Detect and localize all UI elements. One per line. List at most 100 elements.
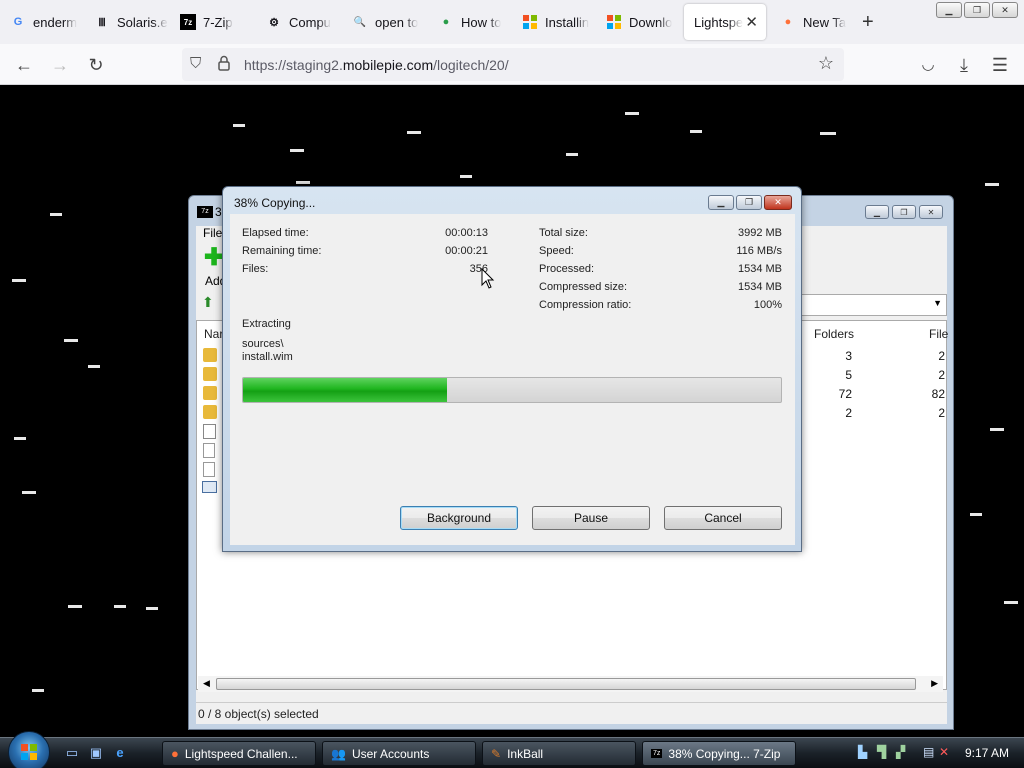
progress-bar	[242, 377, 782, 403]
minimize-button[interactable]: ▁	[865, 205, 889, 219]
maximize-button[interactable]: ❐	[964, 2, 990, 18]
forward-icon[interactable]: →	[48, 53, 72, 77]
start-button[interactable]	[8, 731, 50, 768]
scrollbar-thumb[interactable]	[216, 678, 916, 690]
taskbar: ▭ ▣ e ● Lightspeed Challen... 👥 User Acc…	[0, 731, 1024, 768]
shield-icon[interactable]: ⛉	[190, 55, 201, 72]
volume-muted-icon[interactable]: ✕	[939, 745, 949, 759]
row-0-folders: 3	[845, 349, 852, 363]
search-icon: 🔍	[353, 16, 367, 28]
close-dialog-button[interactable]: ✕	[764, 195, 792, 210]
lock-icon[interactable]	[218, 55, 230, 76]
chevron-down-icon[interactable]: ▼	[933, 298, 942, 308]
tab-label: enderm	[33, 14, 78, 30]
star-streak	[12, 279, 26, 282]
task-label: User Accounts	[351, 746, 430, 761]
horizontal-scrollbar[interactable]: ◀ ▶	[198, 676, 943, 692]
menu-file[interactable]: File	[203, 226, 222, 240]
column-header-files[interactable]: File	[929, 327, 948, 341]
current-path-line2: install.wim	[242, 351, 293, 363]
internet-explorer-icon[interactable]: e	[112, 745, 128, 761]
maximize-button[interactable]: ❐	[736, 195, 762, 210]
taskbar-item-user-accounts[interactable]: 👥 User Accounts	[322, 741, 476, 766]
pause-button[interactable]: Pause	[532, 506, 650, 530]
app-file-icon	[202, 481, 217, 493]
tab-label: Installin	[545, 14, 590, 30]
background-button[interactable]: Background	[400, 506, 518, 530]
star-streak	[566, 153, 578, 156]
taskbar-item-inkball[interactable]: ✎ InkBall	[482, 741, 636, 766]
dialog-window-controls: ▁ ❐ ✕	[708, 195, 792, 210]
monitor-icon[interactable]: ▤	[923, 745, 934, 759]
row-1-folders: 5	[845, 368, 852, 382]
tray-app-icon[interactable]: ▞	[896, 745, 905, 759]
add-icon[interactable]: ✚	[204, 246, 224, 270]
window-title: 3	[215, 205, 222, 219]
progress-bar-fill	[243, 378, 448, 402]
star-streak	[64, 339, 78, 342]
taskbar-item-7zip[interactable]: 7z 38% Copying... 7-Zip	[642, 741, 796, 766]
total-size-label: Total size:	[539, 227, 588, 239]
tab-label: New Ta	[803, 14, 847, 30]
back-icon[interactable]: ←	[12, 53, 36, 77]
network-icon[interactable]: ▙	[858, 745, 867, 759]
scroll-left-icon[interactable]: ◀	[203, 678, 210, 689]
tab-7[interactable]: Downlo	[596, 4, 680, 40]
folder-icon	[203, 405, 217, 419]
column-header-folders[interactable]: Folders	[814, 327, 854, 341]
tray-app-icon[interactable]: ▜	[877, 745, 886, 759]
system-tray: ▙ ▜ ▞ ▤ ✕ 9:17 AM	[853, 738, 1024, 768]
reload-icon[interactable]: ↻	[84, 53, 108, 77]
copy-progress-dialog[interactable]: 38% Copying... ▁ ❐ ✕ Elapsed time: 00:00…	[222, 186, 802, 552]
taskbar-item-firefox[interactable]: ● Lightspeed Challen...	[162, 741, 316, 766]
download-icon[interactable]: ⤓	[952, 53, 976, 77]
folder-up-icon[interactable]: ⬆	[202, 294, 214, 311]
switch-windows-icon[interactable]: ▣	[88, 745, 104, 761]
tab-8-active[interactable]: Lightspe ✕	[684, 4, 766, 40]
path-combo[interactable]: ▼	[799, 294, 947, 316]
tab-label: Solaris.e	[117, 14, 168, 30]
minimize-button[interactable]: ▁	[708, 195, 734, 210]
tab-0[interactable]: G enderm	[0, 4, 84, 40]
elapsed-value: 00:00:13	[445, 227, 488, 239]
tab-9[interactable]: ● New Ta	[770, 4, 850, 40]
star-streak	[985, 183, 999, 186]
close-window-button[interactable]: ✕	[919, 205, 943, 219]
star-streak	[460, 175, 472, 178]
bookmark-star-icon[interactable]: ☆	[818, 53, 834, 74]
url-bar[interactable]: ⛉ https://staging2.mobilepie.com/logitec…	[182, 48, 844, 81]
files-label: Files:	[242, 263, 269, 275]
new-tab-button[interactable]: +	[862, 12, 874, 32]
tab-label: open to	[375, 14, 419, 30]
star-streak	[22, 491, 36, 494]
close-tab-icon[interactable]: ✕	[745, 13, 758, 31]
tab-5[interactable]: ● How to	[428, 4, 512, 40]
browser-tab-strip: G enderm Ⅲ Solaris.e 7z 7-Zip ⚙ Compu 🔍 …	[0, 0, 1024, 44]
tab-label: Compu	[289, 14, 331, 30]
minimize-button[interactable]: ▁	[936, 2, 962, 18]
task-label: Lightspeed Challen...	[184, 746, 298, 761]
tab-1[interactable]: Ⅲ Solaris.e	[84, 4, 168, 40]
tab-6[interactable]: Installin	[512, 4, 596, 40]
tab-4[interactable]: 🔍 open to	[342, 4, 426, 40]
cancel-button[interactable]: Cancel	[664, 506, 782, 530]
pocket-icon[interactable]: ◡	[916, 53, 940, 77]
current-path-line1: sources\	[242, 338, 284, 350]
close-window-button[interactable]: ✕	[992, 2, 1018, 18]
tab-2[interactable]: 7z 7-Zip	[170, 4, 254, 40]
row-1-files: 2	[938, 368, 945, 382]
scroll-right-icon[interactable]: ▶	[931, 678, 938, 689]
menu-icon[interactable]: ☰	[988, 53, 1012, 77]
star-streak	[990, 428, 1004, 431]
maximize-button[interactable]: ❐	[892, 205, 916, 219]
windows-logo-icon	[21, 744, 37, 760]
compression-ratio-label: Compression ratio:	[539, 299, 632, 311]
tab-3[interactable]: ⚙ Compu	[256, 4, 340, 40]
users-icon: 👥	[331, 746, 346, 761]
clock[interactable]: 9:17 AM	[965, 746, 1009, 760]
building-icon: Ⅲ	[98, 16, 106, 29]
settings-file-icon	[203, 424, 216, 439]
show-desktop-icon[interactable]: ▭	[64, 745, 80, 761]
row-0-files: 2	[938, 349, 945, 363]
column-header-name[interactable]: Nar	[204, 327, 223, 341]
